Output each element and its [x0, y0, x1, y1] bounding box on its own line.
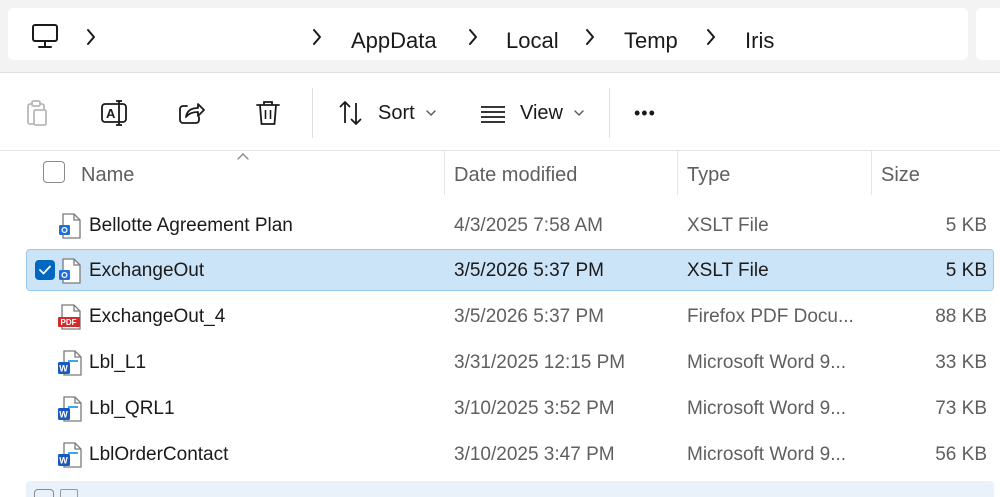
word-file-icon: W — [58, 396, 82, 422]
view-button[interactable]: View — [478, 94, 585, 132]
file-row[interactable]: W Lbl_L1 3/31/2025 12:15 PM Microsoft Wo… — [26, 341, 994, 383]
breadcrumb-iris[interactable]: Iris — [745, 27, 774, 55]
column-header-type[interactable]: Type — [687, 163, 730, 187]
share-icon[interactable] — [176, 98, 206, 128]
file-date: 3/5/2026 5:37 PM — [454, 306, 604, 327]
file-name: Bellotte Agreement Plan — [89, 215, 293, 236]
file-type: Microsoft Word 9... — [687, 352, 847, 373]
address-bar[interactable]: AppData Local Temp Iris — [8, 8, 968, 60]
breadcrumb-appdata[interactable]: AppData — [351, 27, 437, 55]
pdf-file-icon: PDF — [58, 304, 81, 330]
file-row-partial[interactable] — [26, 481, 994, 497]
file-name: LblOrderContact — [89, 444, 229, 465]
chevron-down-icon — [574, 110, 584, 117]
file-name: Lbl_L1 — [89, 352, 147, 373]
file-type: XSLT File — [687, 215, 769, 236]
file-date: 4/3/2025 7:58 AM — [454, 215, 603, 236]
chevron-right-icon[interactable] — [583, 26, 597, 48]
file-name: ExchangeOut — [89, 260, 205, 281]
row-checkbox-checked[interactable] — [35, 260, 55, 280]
sort-button[interactable]: Sort — [336, 94, 437, 132]
file-size: 5 KB — [945, 260, 987, 281]
column-header-name[interactable]: Name — [81, 163, 134, 187]
more-icon: ••• — [634, 102, 656, 123]
row-checkbox[interactable] — [34, 489, 54, 497]
file-type: Microsoft Word 9... — [687, 398, 847, 419]
sort-label: Sort — [378, 101, 415, 124]
file-name: ExchangeOut_4 — [89, 306, 226, 327]
file-row[interactable]: Bellotte Agreement Plan 4/3/2025 7:58 AM… — [26, 204, 994, 246]
file-row-selected[interactable]: ExchangeOut 3/5/2026 5:37 PM XSLT File 5… — [26, 249, 994, 291]
file-size: 33 KB — [935, 352, 987, 373]
more-options-button[interactable]: ••• — [634, 94, 656, 132]
select-all-checkbox[interactable] — [43, 161, 65, 183]
view-icon — [481, 106, 505, 123]
command-divider — [312, 88, 313, 138]
chevron-right-icon[interactable] — [704, 26, 718, 48]
search-box-edge[interactable] — [976, 8, 1000, 60]
file-name: Lbl_QRL1 — [89, 398, 175, 419]
breadcrumb-temp[interactable]: Temp — [624, 27, 678, 55]
column-separator[interactable] — [444, 151, 445, 195]
file-type: XSLT File — [687, 260, 769, 281]
file-date: 3/31/2025 12:15 PM — [454, 352, 626, 373]
computer-icon[interactable] — [30, 22, 60, 50]
word-file-icon: W — [58, 442, 82, 468]
column-separator[interactable] — [871, 151, 872, 195]
file-row[interactable]: PDF ExchangeOut_4 3/5/2026 5:37 PM Firef… — [26, 295, 994, 337]
column-header-date[interactable]: Date modified — [454, 163, 577, 187]
column-headers: Name Date modified Type Size — [0, 151, 1000, 201]
file-size: 5 KB — [945, 215, 987, 236]
delete-icon[interactable] — [253, 98, 283, 128]
word-file-icon: W — [58, 350, 82, 376]
svg-text:W: W — [59, 364, 68, 374]
file-icon — [60, 489, 78, 497]
xslt-file-icon — [59, 213, 81, 239]
file-size: 56 KB — [935, 444, 987, 465]
rename-icon[interactable]: A — [99, 98, 129, 128]
file-row[interactable]: W LblOrderContact 3/10/2025 3:47 PM Micr… — [26, 433, 994, 475]
chevron-down-icon — [425, 110, 436, 117]
svg-text:W: W — [59, 456, 68, 466]
svg-text:PDF: PDF — [61, 318, 77, 327]
address-bar-area: AppData Local Temp Iris — [0, 0, 1000, 73]
file-date: 3/10/2025 3:47 PM — [454, 444, 615, 465]
file-type: Firefox PDF Docu... — [687, 306, 854, 327]
file-date: 3/10/2025 3:52 PM — [454, 398, 615, 419]
column-separator[interactable] — [677, 151, 678, 195]
file-row[interactable]: W Lbl_QRL1 3/10/2025 3:52 PM Microsoft W… — [26, 387, 994, 429]
command-divider — [609, 88, 610, 138]
view-label: View — [520, 101, 563, 124]
column-header-size[interactable]: Size — [881, 163, 920, 187]
chevron-right-icon[interactable] — [310, 26, 324, 48]
command-bar: A Sort View ••• — [0, 74, 1000, 151]
file-date: 3/5/2026 5:37 PM — [454, 260, 604, 281]
xslt-file-icon — [59, 258, 81, 284]
sort-icon — [339, 101, 362, 125]
file-size: 88 KB — [935, 306, 987, 327]
checkmark-icon — [39, 265, 51, 275]
svg-text:A: A — [106, 106, 116, 121]
paste-icon[interactable] — [22, 98, 52, 128]
sort-ascending-icon — [237, 153, 249, 160]
svg-text:W: W — [59, 410, 68, 420]
breadcrumb-local[interactable]: Local — [506, 27, 559, 55]
chevron-right-icon[interactable] — [84, 26, 98, 48]
file-size: 73 KB — [935, 398, 987, 419]
chevron-right-icon[interactable] — [466, 26, 480, 48]
file-type: Microsoft Word 9... — [687, 444, 847, 465]
